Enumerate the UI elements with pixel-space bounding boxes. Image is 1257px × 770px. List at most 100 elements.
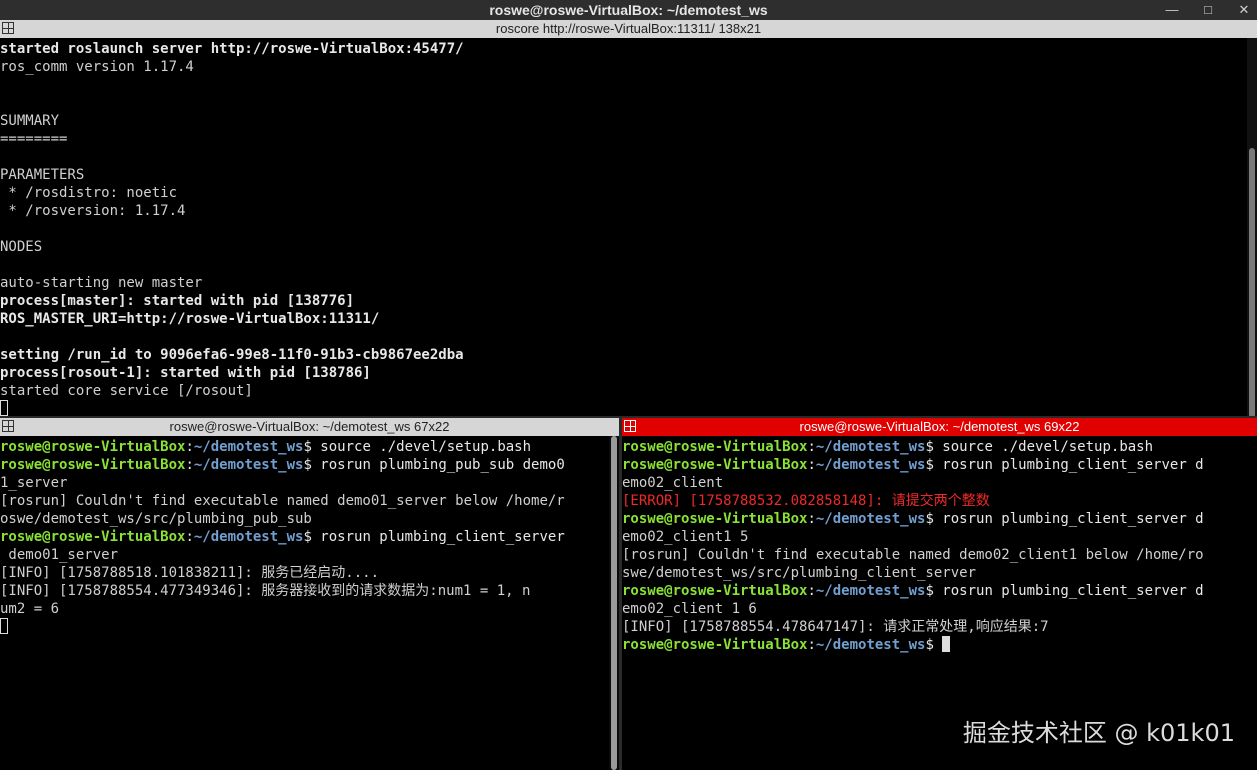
terminal-line: setting /run_id to 9096efa6-99e8-11f0-91… [0,346,1247,364]
prompt-path: ~/demotest_ws [815,457,926,473]
output-text: process[master]: started with pid [13877… [0,293,355,309]
terminal-line: started core service [/rosout] [0,382,1247,400]
prompt-user: roswe@roswe-VirtualBox [622,583,808,599]
prompt-sep: : [807,637,816,653]
prompt-sep: : [185,529,194,545]
prompt-sep: : [185,457,194,473]
terminal-line: ROS_MASTER_URI=http://roswe-VirtualBox:1… [0,310,1247,328]
terminal-line [0,400,1247,417]
terminal-line: [rosrun] Couldn't find executable named … [622,546,1257,564]
split-pane-icon[interactable] [2,22,14,34]
prompt-user: roswe@roswe-VirtualBox [0,457,186,473]
window-title: roswe@roswe-VirtualBox: ~/demotest_ws [489,2,768,18]
output-text: swe/demotest_ws/src/plumbing_client_serv… [622,565,977,581]
terminal-line: roswe@roswe-VirtualBox:~/demotest_ws$ ro… [622,582,1257,600]
command-text: $ source ./devel/setup.bash [303,439,532,455]
split-pane-icon[interactable] [624,420,636,432]
prompt-path: ~/demotest_ws [193,439,304,455]
terminal-output[interactable]: roswe@roswe-VirtualBox:~/demotest_ws$ so… [0,438,609,770]
terminal-pane-server[interactable]: roswe@roswe-VirtualBox: ~/demotest_ws 67… [0,418,619,770]
prompt-user: roswe@roswe-VirtualBox [622,439,808,455]
prompt-path: ~/demotest_ws [815,637,926,653]
error-text: [ERROR] [1758788532.082858148]: 请提交两个整数 [622,493,990,509]
terminal-line: roswe@roswe-VirtualBox:~/demotest_ws$ [622,636,1257,654]
output-text: [INFO] [1758788554.477349346]: 服务器接收到的请求… [0,583,531,599]
output-text: PARAMETERS [0,167,85,183]
prompt-user: roswe@roswe-VirtualBox [622,457,808,473]
pane-title: roswe@roswe-VirtualBox: ~/demotest_ws 67… [169,419,450,434]
prompt-user: roswe@roswe-VirtualBox [0,439,186,455]
output-text: auto-starting new master [0,275,203,291]
terminal-line: [INFO] [1758788518.101838211]: 服务已经启动...… [0,564,609,582]
terminal-line: process[master]: started with pid [13877… [0,292,1247,310]
close-icon[interactable]: ✕ [1237,0,1251,20]
terminal-pane-roscore[interactable]: roscore http://roswe-VirtualBox:11311/ 1… [0,20,1257,417]
terminal-line: emo02_client 1 6 [622,600,1257,618]
output-text: ======== [0,131,68,147]
terminal-line: ======== [0,130,1247,148]
maximize-icon[interactable]: □ [1201,0,1215,20]
prompt-sep: : [807,511,816,527]
command-text: $ rosrun plumbing_client_server d [925,583,1204,599]
scrollbar-thumb[interactable] [1249,148,1255,417]
output-text: [rosrun] Couldn't find executable named … [0,493,565,509]
output-text: SUMMARY [0,113,60,129]
prompt-sep: : [807,583,816,599]
output-text: NODES [0,239,43,255]
terminal-line [0,618,609,636]
window-controls: — □ ✕ [1165,0,1251,20]
pane-title: roswe@roswe-VirtualBox: ~/demotest_ws 69… [799,419,1080,434]
minimize-icon[interactable]: — [1165,0,1179,20]
prompt-sep: : [807,439,816,455]
output-text: setting /run_id to 9096efa6-99e8-11f0-91… [0,347,464,363]
terminal-line: demo01_server [0,546,609,564]
command-text: $ source ./devel/setup.bash [925,439,1154,455]
terminal-line: [ERROR] [1758788532.082858148]: 请提交两个整数 [622,492,1257,510]
terminal-line: roswe@roswe-VirtualBox:~/demotest_ws$ ro… [0,528,609,546]
pane-header-client: roswe@roswe-VirtualBox: ~/demotest_ws 69… [622,418,1257,436]
terminal-line: process[rosout-1]: started with pid [138… [0,364,1247,382]
output-text: [INFO] [1758788554.478647147]: 请求正常处理,响应… [622,619,1049,635]
command-text: $ [925,637,943,653]
prompt-path: ~/demotest_ws [193,529,304,545]
output-text: [INFO] [1758788518.101838211]: 服务已经启动...… [0,565,380,581]
scrollbar[interactable] [1247,38,1257,417]
terminal-line: roswe@roswe-VirtualBox:~/demotest_ws$ so… [0,438,609,456]
scrollbar[interactable] [609,436,619,770]
terminal-line: 1_server [0,474,609,492]
terminal-line: SUMMARY [0,112,1247,130]
terminal-output[interactable]: started roslaunch server http://roswe-Vi… [0,40,1247,417]
terminal-line: PARAMETERS [0,166,1247,184]
prompt-path: ~/demotest_ws [815,511,926,527]
terminal-line: started roslaunch server http://roswe-Vi… [0,40,1247,58]
prompt-user: roswe@roswe-VirtualBox [0,529,186,545]
cursor [942,636,951,652]
terminal-line: emo02_client [622,474,1257,492]
terminal-line: roswe@roswe-VirtualBox:~/demotest_ws$ ro… [0,456,609,474]
prompt-sep: : [807,457,816,473]
output-text: process[rosout-1]: started with pid [138… [0,365,371,381]
pane-header-roscore: roscore http://roswe-VirtualBox:11311/ 1… [0,20,1257,38]
terminal-line: oswe/demotest_ws/src/plumbing_pub_sub [0,510,609,528]
terminal-line: swe/demotest_ws/src/plumbing_client_serv… [622,564,1257,582]
command-text: $ rosrun plumbing_client_server d [925,511,1204,527]
terminal-line: ros_comm version 1.17.4 [0,58,1247,76]
scrollbar-thumb[interactable] [611,436,617,770]
prompt-path: ~/demotest_ws [193,457,304,473]
prompt-path: ~/demotest_ws [815,583,926,599]
prompt-user: roswe@roswe-VirtualBox [622,511,808,527]
cursor [0,618,8,634]
window-titlebar: roswe@roswe-VirtualBox: ~/demotest_ws — … [0,0,1257,20]
output-text: started core service [/rosout] [0,383,253,399]
output-text: started roslaunch server http://roswe-Vi… [0,41,464,57]
output-text: oswe/demotest_ws/src/plumbing_pub_sub [0,511,312,527]
prompt-sep: : [185,439,194,455]
terminal-line: * /rosdistro: noetic [0,184,1247,202]
watermark: 掘金技术社区 @ k01k01 [962,719,1235,747]
output-text: emo02_client1 5 [622,529,749,545]
split-pane-icon[interactable] [2,420,14,432]
